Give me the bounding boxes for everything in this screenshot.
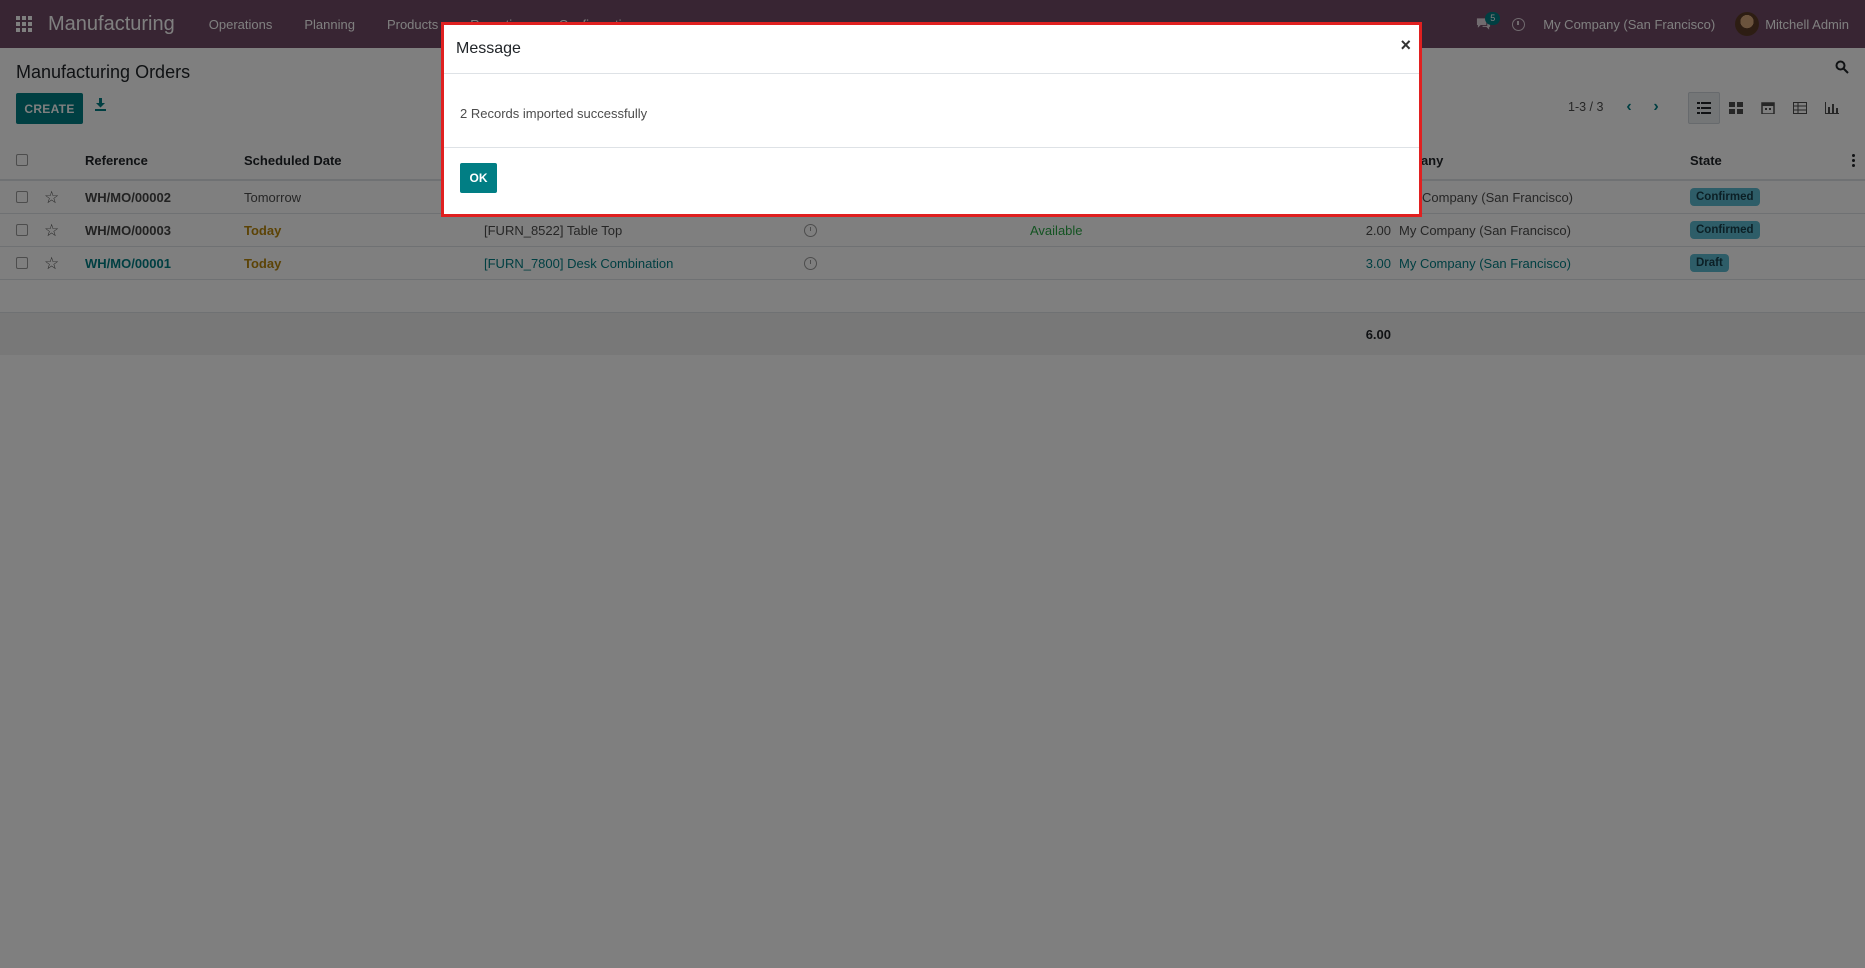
dialog-body: 2 Records imported successfully [444, 74, 1419, 148]
message-dialog: Message × 2 Records imported successfull… [441, 22, 1422, 217]
close-icon[interactable]: × [1400, 35, 1411, 56]
dialog-header: Message × [444, 25, 1419, 74]
dialog-title: Message [456, 40, 521, 57]
ok-button[interactable]: OK [460, 163, 497, 193]
dialog-footer: OK [444, 148, 1419, 214]
dialog-message: 2 Records imported successfully [460, 106, 648, 121]
